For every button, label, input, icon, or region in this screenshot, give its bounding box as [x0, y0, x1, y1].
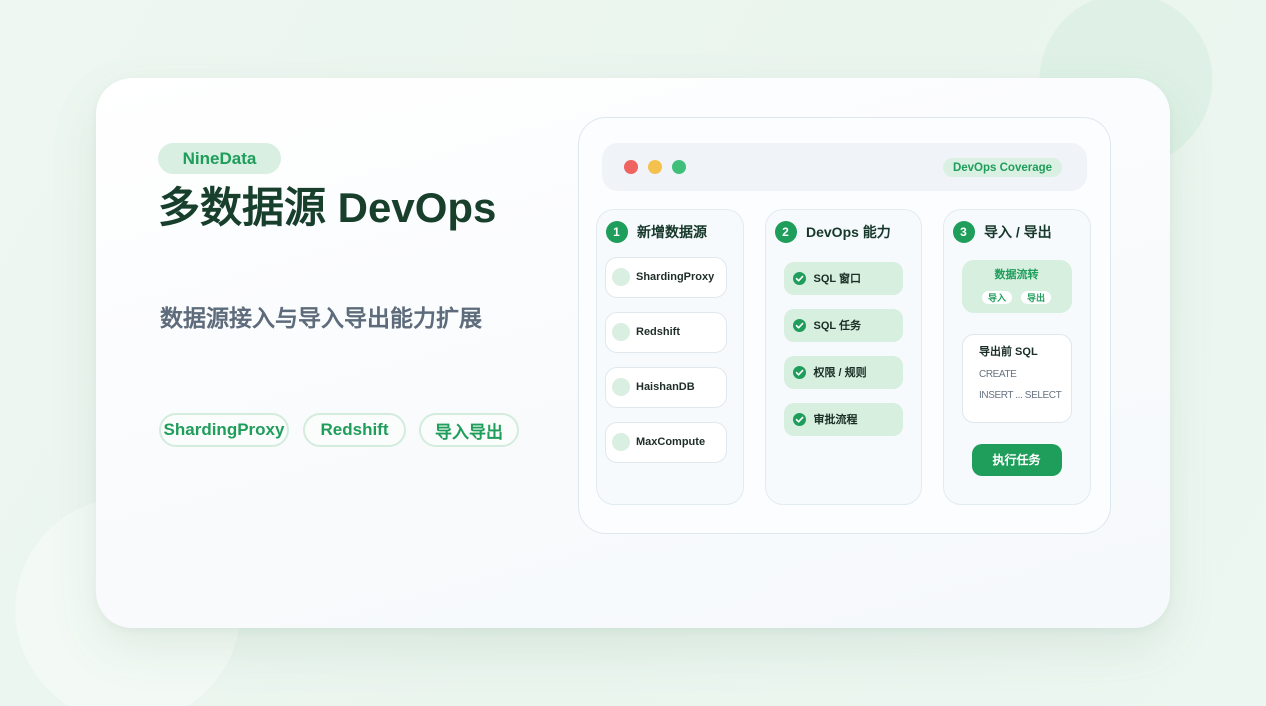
datasource-item-shardingproxy[interactable]: ShardingProxy: [604, 256, 727, 298]
capability-list: SQL 窗口 SQL 任务 权限 / 规则 审批流程: [783, 261, 903, 436]
tag-redshift: Redshift: [303, 413, 406, 447]
capability-label: 审批流程: [813, 414, 858, 426]
column-header: 2 DevOps 能力: [774, 220, 891, 243]
column-header: 3 导入 / 导出: [952, 220, 1052, 243]
data-flow-box: 数据流转 导入 导出: [961, 259, 1072, 313]
datasource-item-maxcompute[interactable]: MaxCompute: [604, 421, 727, 463]
step-number-badge: 1: [605, 220, 628, 243]
capability-item-approval-flow: 审批流程: [783, 402, 903, 436]
sql-card-title: 导出前 SQL: [979, 346, 1038, 358]
column-devops-capabilities: 2 DevOps 能力 SQL 窗口 SQL 任务 权限 / 规则 审批流程: [765, 209, 922, 505]
datasource-icon: [612, 268, 630, 286]
datasource-label: Redshift: [636, 326, 680, 338]
window-controls: [624, 160, 686, 174]
step-number-badge: 2: [774, 220, 797, 243]
export-chip: 导出: [1021, 290, 1052, 304]
capability-item-permissions-rules: 权限 / 规则: [783, 355, 903, 389]
datasource-list: ShardingProxy Redshift HaishanDB MaxComp…: [604, 256, 727, 463]
close-dot-icon[interactable]: [624, 160, 638, 174]
column-header: 1 新增数据源: [605, 220, 707, 243]
page-subtitle: 数据源接入与导入导出能力扩展: [160, 305, 482, 331]
devops-window: DevOps Coverage 1 新增数据源 ShardingProxy Re…: [578, 117, 1111, 534]
minimize-dot-icon[interactable]: [648, 160, 662, 174]
datasource-label: MaxCompute: [636, 436, 706, 448]
tag-import-export: 导入导出: [419, 413, 519, 447]
check-circle-icon: [792, 412, 806, 426]
run-task-button[interactable]: 执行任务: [971, 443, 1062, 476]
datasource-icon: [612, 378, 630, 396]
capability-label: SQL 窗口: [813, 273, 861, 285]
tag-shardingproxy: ShardingProxy: [159, 413, 289, 447]
column-import-export: 3 导入 / 导出 数据流转 导入 导出 导出前 SQL CREATE INSE…: [943, 209, 1091, 505]
step-number-badge: 3: [952, 220, 975, 243]
page-title: 多数据源 DevOps: [158, 184, 497, 231]
brand-badge: NineData: [158, 143, 281, 174]
datasource-icon: [612, 433, 630, 451]
column-new-datasources: 1 新增数据源 ShardingProxy Redshift HaishanDB: [596, 209, 744, 505]
datasource-item-redshift[interactable]: Redshift: [604, 311, 727, 353]
coverage-badge: DevOps Coverage: [943, 158, 1062, 177]
hero-card: NineData 多数据源 DevOps 数据源接入与导入导出能力扩展 Shar…: [96, 78, 1170, 628]
datasource-label: ShardingProxy: [636, 271, 715, 283]
column-title: 新增数据源: [637, 223, 707, 240]
sql-line: CREATE: [979, 369, 1017, 380]
capability-label: SQL 任务: [813, 320, 861, 332]
datasource-label: HaishanDB: [636, 381, 695, 393]
capability-item-sql-window: SQL 窗口: [783, 261, 903, 295]
import-chip: 导入: [981, 290, 1012, 304]
data-flow-title: 数据流转: [994, 268, 1039, 281]
maximize-dot-icon[interactable]: [672, 160, 686, 174]
column-title: DevOps 能力: [806, 223, 891, 240]
check-circle-icon: [792, 271, 806, 285]
sql-line: INSERT ... SELECT: [979, 390, 1062, 401]
pre-export-sql-card: 导出前 SQL CREATE INSERT ... SELECT: [961, 333, 1072, 423]
datasource-item-haishandb[interactable]: HaishanDB: [604, 366, 727, 408]
capability-label: 权限 / 规则: [813, 367, 867, 379]
window-titlebar: DevOps Coverage: [602, 143, 1087, 191]
capability-item-sql-task: SQL 任务: [783, 308, 903, 342]
data-flow-chips: 导入 导出: [962, 290, 1072, 304]
check-circle-icon: [792, 318, 806, 332]
column-title: 导入 / 导出: [984, 223, 1052, 240]
datasource-icon: [612, 323, 630, 341]
feature-tags: ShardingProxy Redshift 导入导出: [159, 413, 519, 447]
check-circle-icon: [792, 365, 806, 379]
